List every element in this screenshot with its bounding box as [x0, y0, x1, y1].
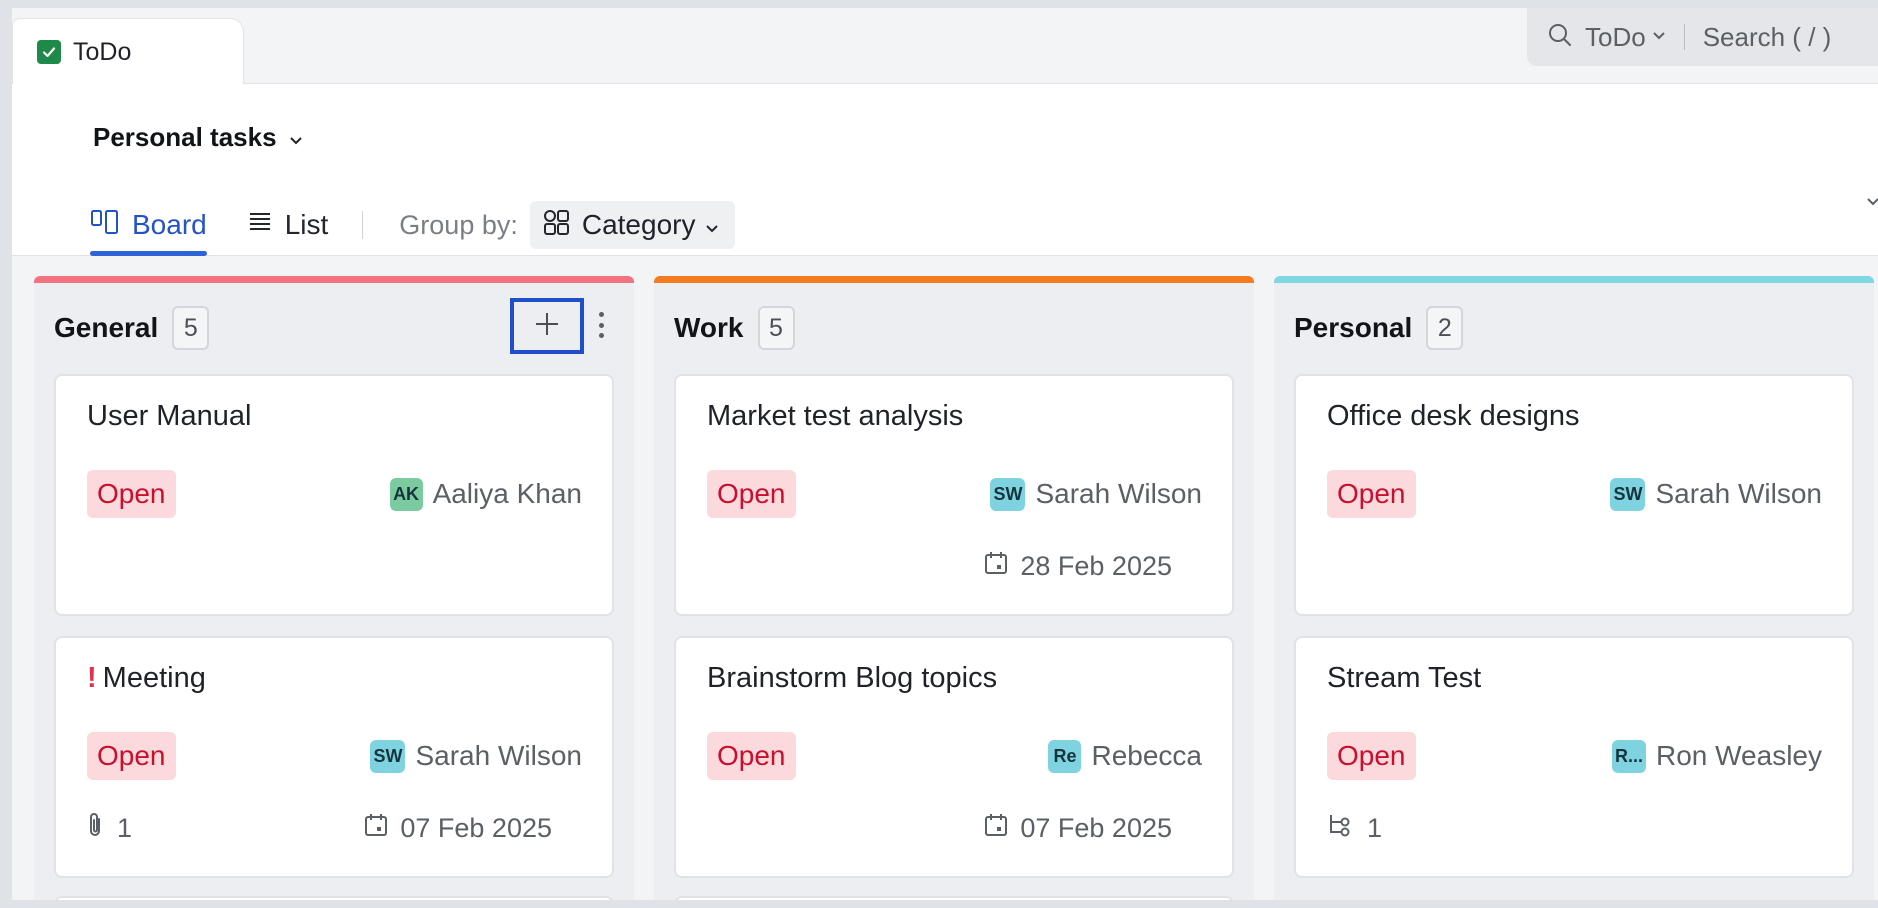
search-input[interactable]: Search ( / ) [1703, 22, 1832, 53]
assignee-name: Aaliya Khan [432, 478, 582, 509]
task-card[interactable]: Market test analysis Open SW Sarah Wilso… [674, 374, 1234, 616]
column-personal: Personal 2 Office desk designs Open SW S… [1274, 276, 1874, 900]
group-by-select[interactable]: Category [529, 201, 736, 249]
column-count-badge: 2 [1426, 306, 1464, 350]
category-icon [542, 208, 582, 243]
search-scope-select[interactable]: ToDo [1585, 22, 1646, 53]
assignee[interactable]: AK Aaliya Khan [389, 474, 582, 514]
assignee-name: Sarah Wilson [415, 740, 582, 771]
chevron-down-icon [1652, 28, 1666, 46]
due-date[interactable]: 07 Feb 2025 [984, 810, 1172, 846]
status-badge[interactable]: Open [707, 732, 796, 780]
plus-icon [533, 310, 561, 343]
column-header: Work 5 [674, 306, 795, 350]
task-title: Office desk designs [1327, 400, 1580, 432]
assignee-name: Ron Weasley [1655, 740, 1822, 771]
status-badge[interactable]: Open [87, 732, 176, 780]
task-card[interactable]: ! Meeting Open SW Sarah Wilson 1 07 Feb … [54, 636, 614, 878]
priority-icon: ! [87, 662, 97, 694]
status-badge[interactable]: Open [707, 470, 796, 518]
due-date[interactable]: 07 Feb 2025 [364, 810, 552, 846]
assignee[interactable]: R... Ron Weasley [1611, 736, 1822, 776]
task-card[interactable]: Office desk designs Open SW Sarah Wilson [1294, 374, 1854, 616]
column-more-button[interactable] [594, 308, 608, 342]
column-count-badge: 5 [172, 306, 210, 350]
calendar-icon [984, 550, 1020, 583]
avatar: AK [389, 477, 423, 511]
assignee[interactable]: Re Rebecca [1048, 736, 1202, 776]
view-title-dropdown[interactable]: Personal tasks [93, 122, 303, 153]
group-by-label: Group by: [399, 209, 518, 240]
task-title: Brainstorm Blog topics [707, 662, 998, 694]
task-title: ! Meeting [87, 662, 206, 694]
calendar-icon [364, 812, 400, 845]
tab-list[interactable]: List [247, 194, 329, 256]
chevron-down-icon [289, 122, 303, 153]
column-title: General [54, 312, 159, 343]
board-icon [90, 208, 132, 243]
calendar-icon [984, 812, 1020, 845]
column-color-bar [34, 276, 634, 283]
view-header: Personal tasks Board List Group by: Cate… [12, 84, 1878, 256]
paperclip-icon [87, 811, 117, 846]
column-color-bar [654, 276, 1254, 283]
search-icon [1547, 22, 1573, 53]
tab-board-label: Board [132, 209, 207, 240]
task-card[interactable]: Stream Test Open R... Ron Weasley 1 [1294, 636, 1854, 878]
tab-todo[interactable]: ToDo [12, 18, 244, 85]
column-header: Personal 2 [1294, 306, 1464, 350]
subtask-icon [1327, 812, 1367, 845]
subtask-count[interactable]: 1 [1327, 810, 1382, 846]
task-card[interactable] [674, 896, 1234, 900]
status-badge[interactable]: Open [1327, 470, 1416, 518]
group-by-value: Category [581, 209, 696, 240]
avatar: SW [370, 739, 406, 773]
column-general: General 5 User Manual Open AK Aaliya Kha… [34, 276, 634, 900]
tabs-divider [362, 211, 364, 239]
chevron-down-icon[interactable] [1866, 194, 1878, 212]
assignee-name: Rebecca [1091, 740, 1202, 771]
assignee-name: Sarah Wilson [1655, 478, 1822, 509]
status-badge[interactable]: Open [87, 470, 176, 518]
column-title: Work [674, 312, 744, 343]
assignee[interactable]: SW Sarah Wilson [990, 474, 1202, 514]
task-card[interactable]: User Manual Open AK Aaliya Khan [54, 374, 614, 616]
assignee[interactable]: SW Sarah Wilson [1610, 474, 1822, 514]
avatar: SW [1610, 477, 1646, 511]
page-title: Personal tasks [93, 122, 277, 152]
tab-board[interactable]: Board [90, 194, 207, 256]
due-date[interactable]: 28 Feb 2025 [984, 548, 1172, 584]
task-title: Stream Test [1327, 662, 1482, 694]
avatar: Re [1048, 739, 1082, 773]
status-badge[interactable]: Open [1327, 732, 1416, 780]
column-header: General 5 [54, 306, 210, 350]
list-icon [247, 209, 285, 242]
chevron-down-icon [705, 209, 719, 241]
column-work: Work 5 Market test analysis Open SW Sara… [654, 276, 1254, 900]
app-window: ToDo ToDo Search ( / ) Personal tasks Bo… [12, 8, 1878, 900]
task-title: Market test analysis [707, 400, 964, 432]
attachment-count[interactable]: 1 [87, 810, 132, 846]
view-tabs: Board List Group by: Category [90, 194, 736, 256]
tab-strip: ToDo ToDo Search ( / ) [12, 8, 1878, 85]
column-count-badge: 5 [757, 306, 795, 350]
task-card[interactable]: Brainstorm Blog topics Open Re Rebecca 0… [674, 636, 1234, 878]
task-title: User Manual [87, 400, 252, 432]
column-title: Personal [1294, 312, 1413, 343]
avatar: SW [990, 477, 1026, 511]
add-task-button[interactable] [510, 298, 584, 354]
search-divider [1683, 24, 1685, 50]
assignee[interactable]: SW Sarah Wilson [370, 736, 582, 776]
task-card[interactable] [54, 896, 614, 900]
tab-title: ToDo [73, 37, 132, 66]
kanban-board: General 5 User Manual Open AK Aaliya Kha… [12, 257, 1878, 900]
assignee-name: Sarah Wilson [1035, 478, 1202, 509]
column-color-bar [1274, 276, 1874, 283]
tab-list-label: List [284, 209, 329, 240]
search-bar[interactable]: ToDo Search ( / ) [1527, 8, 1878, 66]
avatar: R... [1611, 739, 1646, 773]
todo-app-icon [37, 40, 61, 64]
